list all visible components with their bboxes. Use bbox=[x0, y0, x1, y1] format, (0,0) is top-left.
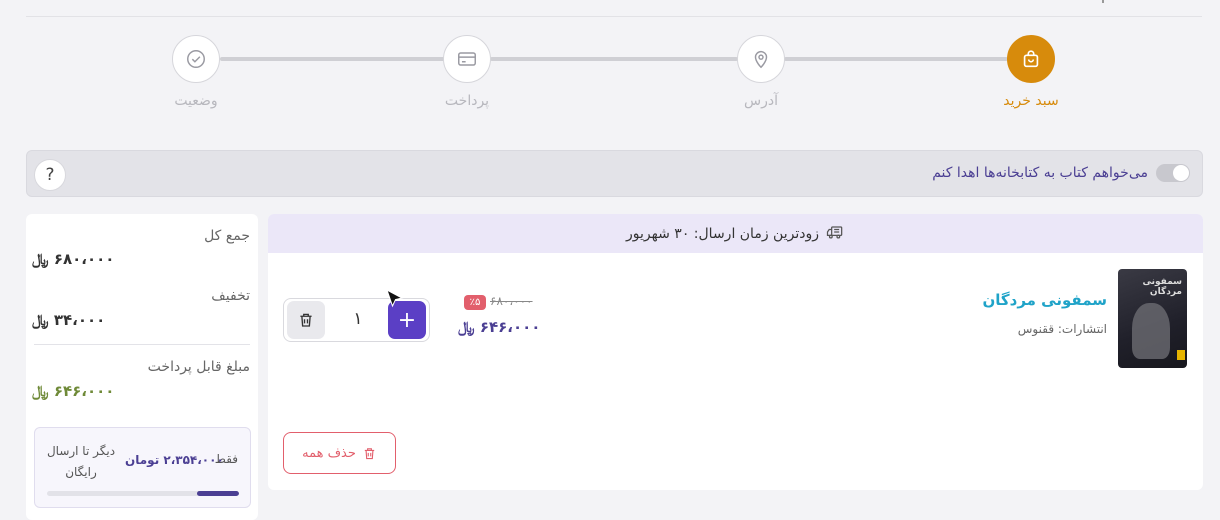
step-label: آدرس bbox=[744, 93, 778, 109]
step-address[interactable]: آدرس bbox=[701, 35, 821, 109]
order-summary: جمع کل ۶۸۰،۰۰۰ ﷼ تخفیف ۳۴،۰۰۰ ﷼ مبلغ قاب… bbox=[26, 214, 258, 520]
step-status[interactable]: وضعیت bbox=[136, 35, 256, 109]
trash-icon bbox=[364, 447, 375, 459]
checkout-stepper: وضعیت پرداخت آدرس سبد خرید bbox=[0, 30, 1220, 120]
total-label: جمع کل bbox=[204, 228, 250, 244]
credit-card-icon bbox=[443, 35, 491, 83]
cart-panel: زودترین زمان ارسال: ۳۰ شهریور سمفونی مرد… bbox=[268, 214, 1203, 490]
payable-value: ۶۴۶،۰۰۰ ﷼ bbox=[32, 382, 115, 400]
discount-value: ۳۴،۰۰۰ ﷼ bbox=[32, 311, 106, 329]
book-publisher: انتشارات: ققنوس bbox=[1017, 322, 1107, 336]
shipping-amount: ۲،۳۵۴،۰۰۰ تومان bbox=[125, 453, 224, 467]
price-new: ۶۴۶،۰۰۰ ﷼ bbox=[458, 318, 541, 336]
header-divider bbox=[26, 16, 1202, 17]
step-payment[interactable]: پرداخت bbox=[407, 35, 527, 109]
cover-figure bbox=[1132, 303, 1170, 359]
discount-label: تخفیف bbox=[211, 288, 250, 304]
mouse-cursor-icon bbox=[386, 289, 404, 308]
help-button[interactable]: ? bbox=[34, 159, 66, 191]
check-circle-icon bbox=[172, 35, 220, 83]
book-cover-image[interactable]: سمفونی مردگان bbox=[1118, 269, 1187, 368]
payable-label: مبلغ قابل پرداخت bbox=[147, 359, 250, 375]
donate-toggle[interactable] bbox=[1156, 164, 1190, 182]
step-label: پرداخت bbox=[444, 93, 490, 109]
donate-label: می‌خواهم کتاب به کتابخانه‌ها اهدا کنم bbox=[932, 165, 1148, 181]
trash-icon bbox=[300, 313, 312, 327]
toggle-knob bbox=[1173, 165, 1189, 181]
step-label: سبد خرید bbox=[1003, 93, 1059, 109]
quantity-stepper: + ۱ bbox=[283, 298, 430, 342]
quantity-value: ۱ bbox=[353, 309, 363, 329]
total-value: ۶۸۰،۰۰۰ ﷼ bbox=[32, 250, 115, 268]
step-label: وضعیت bbox=[174, 93, 218, 109]
publisher-logo-mark bbox=[1177, 350, 1185, 360]
shipping-time-header: زودترین زمان ارسال: ۳۰ شهریور bbox=[268, 214, 1203, 253]
shipping-progress-fill bbox=[196, 491, 239, 496]
delete-all-button[interactable]: حذف همه bbox=[283, 432, 396, 474]
shipping-time-text: زودترین زمان ارسال: ۳۰ شهریور bbox=[626, 225, 819, 242]
free-shipping-box: فقط ۲،۳۵۴،۰۰۰ تومان دیگر تا ارسال رایگان bbox=[34, 427, 251, 508]
remove-item-button[interactable] bbox=[287, 301, 325, 339]
delivery-truck-icon bbox=[825, 222, 845, 246]
shopping-bag-icon bbox=[1007, 35, 1055, 83]
discount-badge: ٪۵ bbox=[464, 295, 486, 310]
shipping-progress bbox=[47, 491, 239, 496]
shipping-suffix: دیگر تا ارسال رایگان bbox=[46, 444, 116, 479]
top-edge-mark bbox=[1102, 0, 1104, 3]
summary-divider bbox=[34, 344, 250, 345]
book-title-link[interactable]: سمفونی مردگان bbox=[982, 291, 1107, 309]
price-old: ۶۸۰،۰۰۰ bbox=[490, 294, 533, 308]
delete-all-label: حذف همه bbox=[302, 445, 356, 461]
donate-bar: ? می‌خواهم کتاب به کتابخانه‌ها اهدا کنم bbox=[26, 150, 1203, 197]
location-pin-icon bbox=[737, 35, 785, 83]
cover-title: سمفونی مردگان bbox=[1142, 277, 1183, 297]
step-cart[interactable]: سبد خرید bbox=[971, 35, 1091, 109]
